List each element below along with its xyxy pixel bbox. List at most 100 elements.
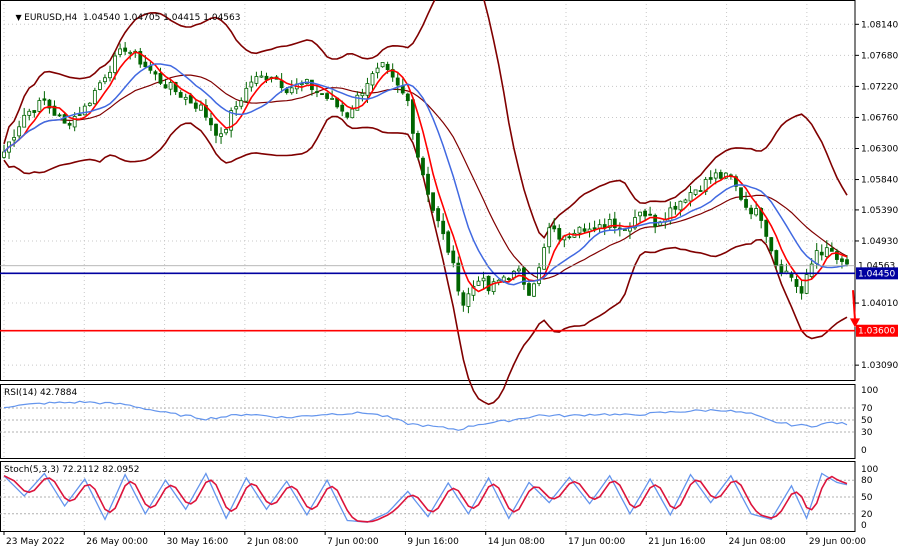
candle-body xyxy=(678,200,683,211)
candle-body xyxy=(72,116,77,128)
candle-body xyxy=(648,213,653,216)
candle-body xyxy=(219,133,223,137)
candle-body xyxy=(410,99,415,134)
candle-body xyxy=(22,114,27,128)
candle-body xyxy=(577,226,582,234)
candle-body xyxy=(400,85,405,94)
candle-body xyxy=(244,87,249,102)
candle-body xyxy=(17,126,22,137)
price-tick-label: 1.07680 xyxy=(861,51,898,61)
candle-body xyxy=(380,62,385,68)
candle-body xyxy=(582,228,587,232)
candle-body xyxy=(718,172,723,179)
price-tick-label: 1.03090 xyxy=(861,361,898,371)
candle-body xyxy=(486,275,491,292)
chart-window: 100 70 50 30 0 100 80 50 20 0 1.08140 1.07680 1.07… xyxy=(0,0,900,552)
candle-body xyxy=(476,280,481,286)
candle-body xyxy=(239,100,244,107)
time-tick-label: 2 Jun 08:00 xyxy=(247,537,299,547)
candle-body xyxy=(829,248,834,252)
candle-body xyxy=(375,67,380,74)
time-tick-label: 30 May 16:00 xyxy=(167,537,229,547)
price-tick-label: 1.04930 xyxy=(861,237,898,247)
stoch-axis-label: 50 xyxy=(861,493,873,503)
time-tick-label: 21 Jun 16:00 xyxy=(648,537,705,547)
candle-body xyxy=(330,98,335,100)
candle-body xyxy=(279,80,284,89)
candle-body xyxy=(814,250,819,264)
candle-body xyxy=(698,190,703,192)
candle-body xyxy=(683,199,688,203)
candle-body xyxy=(819,251,824,256)
candle-body xyxy=(567,236,572,239)
candle-body xyxy=(804,274,809,294)
candle-body xyxy=(451,250,456,264)
candle-body xyxy=(340,104,345,112)
candle-body xyxy=(183,96,188,100)
price-tick-label: 1.07220 xyxy=(861,82,898,92)
candle-body xyxy=(370,73,375,86)
candle-body xyxy=(113,55,117,73)
candle-body xyxy=(794,279,799,287)
candle-body xyxy=(395,77,400,86)
candle-body xyxy=(840,258,844,262)
candle-body xyxy=(153,71,158,75)
candle-body xyxy=(516,268,521,272)
candle-body xyxy=(27,110,32,116)
candle-body xyxy=(77,114,82,116)
candle-body xyxy=(441,220,446,235)
candle-body xyxy=(845,259,849,265)
candle-body xyxy=(764,219,769,237)
candle-body xyxy=(532,283,536,297)
candle-body xyxy=(168,82,173,90)
price-tick-label: 1.04010 xyxy=(861,299,898,309)
candle-body xyxy=(638,211,642,217)
candle-body xyxy=(350,108,355,119)
price-tick-label: 1.08140 xyxy=(861,20,898,30)
candle-body xyxy=(108,71,112,79)
candle-body xyxy=(365,83,370,96)
time-tick-label: 24 Jun 08:00 xyxy=(729,537,786,547)
candle-body xyxy=(405,93,410,102)
rsi-axis-label: 30 xyxy=(861,428,873,438)
candle-body xyxy=(193,102,198,109)
ohlc-label: 1.04540 1.04705 1.04415 1.04563 xyxy=(83,13,241,23)
candle-body xyxy=(188,95,193,104)
candle-body xyxy=(325,93,329,99)
chart-header[interactable]: ▼ EURUSD,H4 1.04540 1.04705 1.04415 1.04… xyxy=(4,3,240,33)
stoch-axis-label: 80 xyxy=(861,476,873,486)
candle-body xyxy=(481,277,486,282)
candle-body xyxy=(37,100,42,112)
candle-body xyxy=(345,112,350,118)
candle-body xyxy=(360,93,365,97)
candle-body xyxy=(143,61,148,68)
candle-body xyxy=(249,81,254,88)
candle-body xyxy=(224,128,229,134)
dropdown-triangle-icon[interactable]: ▼ xyxy=(15,13,24,22)
time-tick-label: 7 Jun 00:00 xyxy=(327,537,379,547)
rsi-label: RSI(14) 42.7884 xyxy=(4,388,78,398)
stoch-axis-label: 0 xyxy=(861,521,867,531)
candle-body xyxy=(552,225,557,230)
candle-body xyxy=(774,250,779,266)
candle-body xyxy=(2,151,6,158)
candle-body xyxy=(622,229,627,232)
candle-body xyxy=(426,173,430,195)
price-tick-label: 1.05840 xyxy=(861,176,898,186)
candle-body xyxy=(744,199,748,208)
candle-body xyxy=(456,262,461,292)
candle-body xyxy=(87,102,92,106)
rsi-axis-label: 0 xyxy=(861,446,867,456)
candle-body xyxy=(178,92,183,98)
candle-body xyxy=(158,72,163,84)
candle-body xyxy=(128,51,133,54)
candle-body xyxy=(42,98,47,101)
candle-body xyxy=(506,278,511,281)
time-tick-label: 17 Jun 00:00 xyxy=(568,537,625,547)
candle-body xyxy=(163,84,168,89)
rsi-axis-label: 50 xyxy=(861,416,873,426)
candle-body xyxy=(739,187,743,200)
stoch-label: Stoch(5,3,3) 72.2112 82.0952 xyxy=(4,465,140,475)
rsi-axis-label: 70 xyxy=(861,404,873,414)
candle-body xyxy=(799,286,804,294)
